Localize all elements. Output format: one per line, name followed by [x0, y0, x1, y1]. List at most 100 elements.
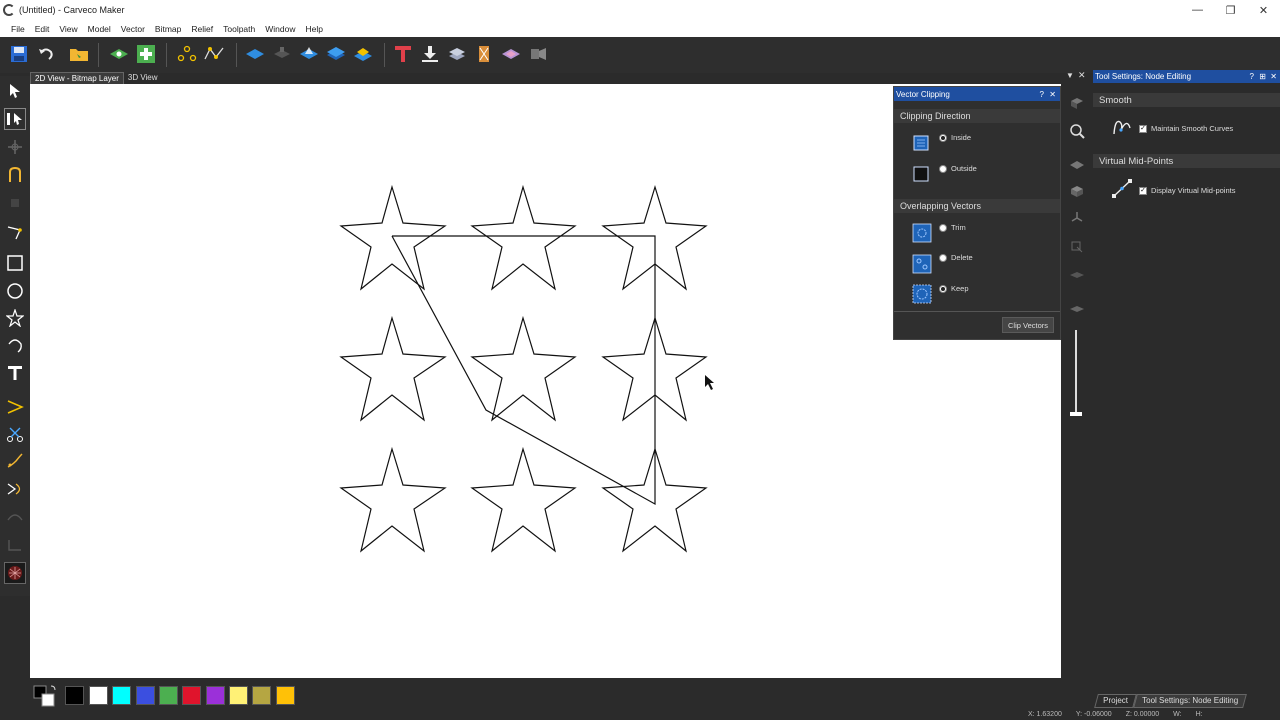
import-button[interactable] — [419, 43, 441, 65]
machine-output-button[interactable] — [527, 43, 549, 65]
view-rotate-button[interactable] — [1067, 238, 1087, 256]
color-swatch-blue[interactable] — [136, 686, 155, 705]
polyline-tool-button[interactable] — [4, 222, 26, 244]
open-folder-button[interactable] — [68, 43, 90, 65]
measure-tool-button[interactable] — [4, 164, 26, 186]
color-swatch-black[interactable] — [65, 686, 84, 705]
color-swatch-red[interactable] — [182, 686, 201, 705]
disabled-bracket-button[interactable] — [4, 534, 26, 556]
toolpath-layers-button[interactable] — [446, 43, 468, 65]
close-panel-button[interactable]: ✕ — [1049, 90, 1056, 99]
color-swatch-cyan[interactable] — [112, 686, 131, 705]
offset-tool-button[interactable] — [4, 478, 26, 500]
material-button[interactable] — [473, 43, 495, 65]
menu-help[interactable]: Help — [305, 24, 322, 34]
dock-close-icon[interactable]: ✕ — [1078, 70, 1086, 81]
keep-radio[interactable]: Keep — [939, 284, 969, 293]
color-swatch-white[interactable] — [89, 686, 108, 705]
relief-layers-button[interactable] — [352, 43, 374, 65]
help-button[interactable]: ? — [1040, 90, 1044, 99]
maintain-smooth-check[interactable]: ✓ — [1139, 124, 1147, 133]
menu-file[interactable]: File — [11, 24, 25, 34]
color-swatch-olive[interactable] — [252, 686, 271, 705]
trim-tool-button[interactable] — [4, 423, 26, 445]
circle-tool-button[interactable] — [4, 280, 26, 302]
clipping-boundary-vector[interactable] — [391, 235, 656, 506]
display-virtual-midpoints-checkbox[interactable]: ✓ Display Virtual Mid-points — [1139, 186, 1235, 195]
color-swatch-gold[interactable] — [276, 686, 295, 705]
delete-radio-dot[interactable] — [939, 253, 947, 262]
maintain-smooth-curves-checkbox[interactable]: ✓ Maintain Smooth Curves — [1139, 124, 1233, 133]
polyline-button[interactable] — [203, 43, 225, 65]
menu-toolpath[interactable]: Toolpath — [223, 24, 255, 34]
tool-settings-pin-button[interactable]: ⊞ — [1259, 72, 1266, 81]
view-flat-button[interactable] — [1067, 266, 1087, 284]
inside-radio-dot[interactable] — [939, 133, 947, 142]
texture-tool-button[interactable] — [4, 562, 26, 584]
node-points-button[interactable] — [176, 43, 198, 65]
outside-radio[interactable]: Outside — [939, 164, 977, 173]
layer-tool-button[interactable] — [1067, 94, 1087, 112]
color-swatch-green[interactable] — [159, 686, 178, 705]
color-swatch-purple[interactable] — [206, 686, 225, 705]
blank-tool-button[interactable] — [4, 192, 26, 214]
maximize-button[interactable]: ❐ — [1214, 0, 1247, 20]
view-level-button[interactable] — [1067, 300, 1087, 318]
menu-edit[interactable]: Edit — [35, 24, 50, 34]
curve-fit-button[interactable] — [4, 450, 26, 472]
minimize-button[interactable]: — — [1181, 0, 1214, 20]
menu-view[interactable]: View — [59, 24, 77, 34]
view-top-button[interactable] — [1067, 156, 1087, 174]
transform-tool-button[interactable] — [4, 136, 26, 158]
view-iso-button[interactable] — [1067, 182, 1087, 200]
fg-bg-color-icon[interactable] — [32, 684, 58, 708]
relief-plane-button[interactable] — [244, 43, 266, 65]
display-midpoints-check[interactable]: ✓ — [1139, 186, 1147, 195]
inside-radio[interactable]: Inside — [939, 133, 971, 142]
star-vector-8[interactable] — [470, 446, 577, 553]
star-tool-button[interactable] — [4, 307, 26, 329]
text-tool-button[interactable] — [392, 43, 414, 65]
zoom-button[interactable] — [1067, 122, 1087, 140]
clip-vectors-button[interactable]: Clip Vectors — [1002, 317, 1054, 333]
menu-model[interactable]: Model — [88, 24, 111, 34]
tab-tool-settings[interactable]: Tool Settings: Node Editing — [1133, 694, 1247, 708]
star-vector-2[interactable] — [470, 184, 577, 291]
trim-radio[interactable]: Trim — [939, 223, 966, 232]
rectangle-tool-button[interactable] — [4, 252, 26, 274]
save-button[interactable] — [8, 43, 30, 65]
undo-button[interactable] — [35, 43, 57, 65]
tab-2d-view[interactable]: 2D View - Bitmap Layer — [30, 72, 124, 84]
zoom-slider-handle[interactable] — [1070, 412, 1082, 416]
outside-radio-dot[interactable] — [939, 164, 947, 173]
node-edit-tool-button[interactable] — [4, 108, 26, 130]
text-tool-button-left[interactable] — [4, 362, 26, 384]
close-window-button[interactable]: ✕ — [1247, 0, 1280, 20]
menu-bitmap[interactable]: Bitmap — [155, 24, 181, 34]
menu-relief[interactable]: Relief — [191, 24, 213, 34]
layer-view-button[interactable] — [108, 43, 130, 65]
relief-disabled-button[interactable] — [271, 43, 293, 65]
keep-radio-dot[interactable] — [939, 284, 947, 293]
star-vector-7[interactable] — [339, 446, 447, 553]
view-side-button[interactable] — [1067, 208, 1087, 226]
zoom-slider-track[interactable] — [1075, 330, 1077, 414]
dock-dropdown-icon[interactable]: ▼ — [1066, 71, 1074, 80]
select-tool-button[interactable] — [4, 80, 26, 102]
add-layer-button[interactable] — [135, 43, 157, 65]
menu-vector[interactable]: Vector — [121, 24, 145, 34]
simulate-button[interactable] — [500, 43, 522, 65]
relief-stack-button[interactable] — [325, 43, 347, 65]
trim-radio-dot[interactable] — [939, 223, 947, 232]
color-swatch-yellow[interactable] — [229, 686, 248, 705]
tab-project[interactable]: Project — [1094, 694, 1137, 708]
tool-settings-help-button[interactable]: ? — [1250, 72, 1254, 81]
relief-merge-button[interactable] — [298, 43, 320, 65]
star-vector-4[interactable] — [339, 315, 447, 422]
tool-settings-close-button[interactable]: ✕ — [1270, 72, 1277, 81]
star-vector-5[interactable] — [470, 315, 577, 422]
tab-3d-view[interactable]: 3D View — [124, 72, 162, 84]
disabled-arc-button[interactable] — [4, 506, 26, 528]
arc-tool-button[interactable] — [4, 334, 26, 356]
vector-fillet-button[interactable] — [4, 396, 26, 418]
